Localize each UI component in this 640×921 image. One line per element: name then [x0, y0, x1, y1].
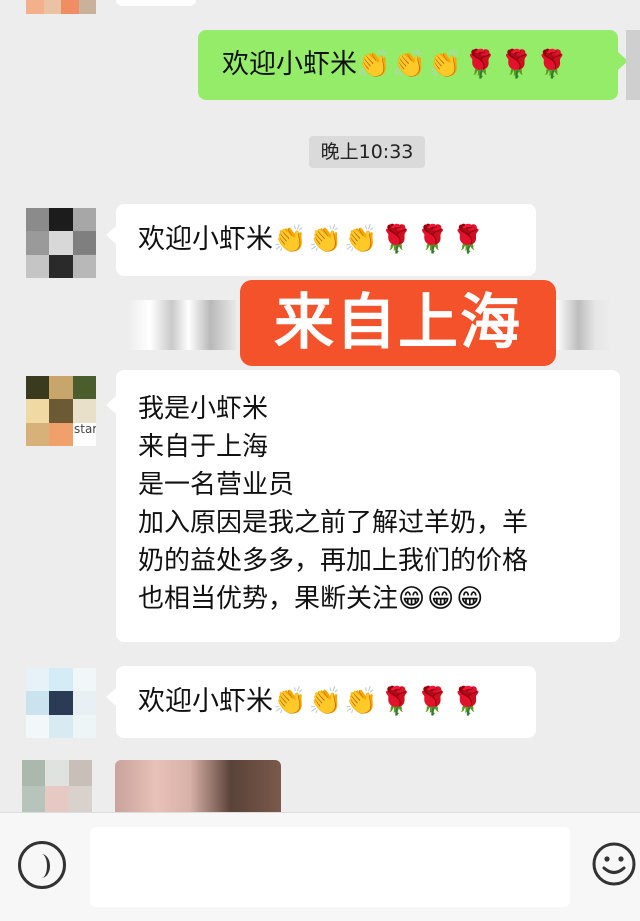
sent-message-bubble[interactable]: 欢迎小虾米👏👏👏🌹🌹🌹: [198, 30, 628, 100]
location-overlay-label: 来自上海: [240, 280, 556, 366]
image-message-thumbnail[interactable]: [115, 760, 281, 812]
message-line: 来自于上海: [138, 432, 269, 462]
intro-message-bubble[interactable]: 我是小虾米 来自于上海 是一名营业员 加入原因是我之前了解过羊奶，羊 奶的益处多…: [106, 370, 620, 642]
my-avatar[interactable]: [626, 30, 640, 100]
message-emoji: 👏👏👏🌹🌹🌹: [273, 224, 487, 255]
message-line: 也相当优势，果断关注: [138, 584, 399, 614]
blurred-notice-right: [556, 300, 612, 350]
message-text: 欢迎小虾米: [138, 224, 273, 255]
input-bar: [0, 812, 640, 921]
message-emoji: 👏👏👏🌹🌹🌹: [273, 686, 487, 717]
smiley-icon[interactable]: [590, 839, 638, 889]
partial-avatar-top: [26, 0, 96, 14]
received-message-bubble[interactable]: 欢迎小虾米👏👏👏🌹🌹🌹: [106, 666, 536, 738]
blurred-notice: [128, 300, 238, 350]
avatar-text: star: [74, 422, 96, 436]
message-line: 是一名营业员: [138, 470, 295, 500]
avatar[interactable]: [22, 760, 92, 812]
message-text: 欢迎小虾米: [138, 686, 273, 717]
voice-icon[interactable]: [18, 841, 66, 889]
partial-bubble-top: [116, 0, 196, 6]
message-line: 奶的益处多多，再加上我们的价格: [138, 546, 529, 576]
message-emoji: 😁😁😁: [398, 584, 486, 614]
avatar[interactable]: [26, 208, 96, 278]
avatar[interactable]: [26, 668, 96, 738]
message-emoji: 👏👏👏🌹🌹🌹: [357, 49, 571, 80]
message-line: 我是小虾米: [138, 394, 269, 424]
received-message-bubble[interactable]: 欢迎小虾米👏👏👏🌹🌹🌹: [106, 204, 536, 276]
message-line-last: 也相当优势，果断关注😁😁😁: [138, 580, 600, 618]
timestamp: 晚上10:33: [309, 136, 425, 168]
message-text: 欢迎小虾米: [222, 49, 357, 80]
message-input[interactable]: [90, 827, 570, 907]
avatar[interactable]: star: [26, 376, 96, 446]
message-line: 加入原因是我之前了解过羊奶，羊: [138, 508, 529, 538]
